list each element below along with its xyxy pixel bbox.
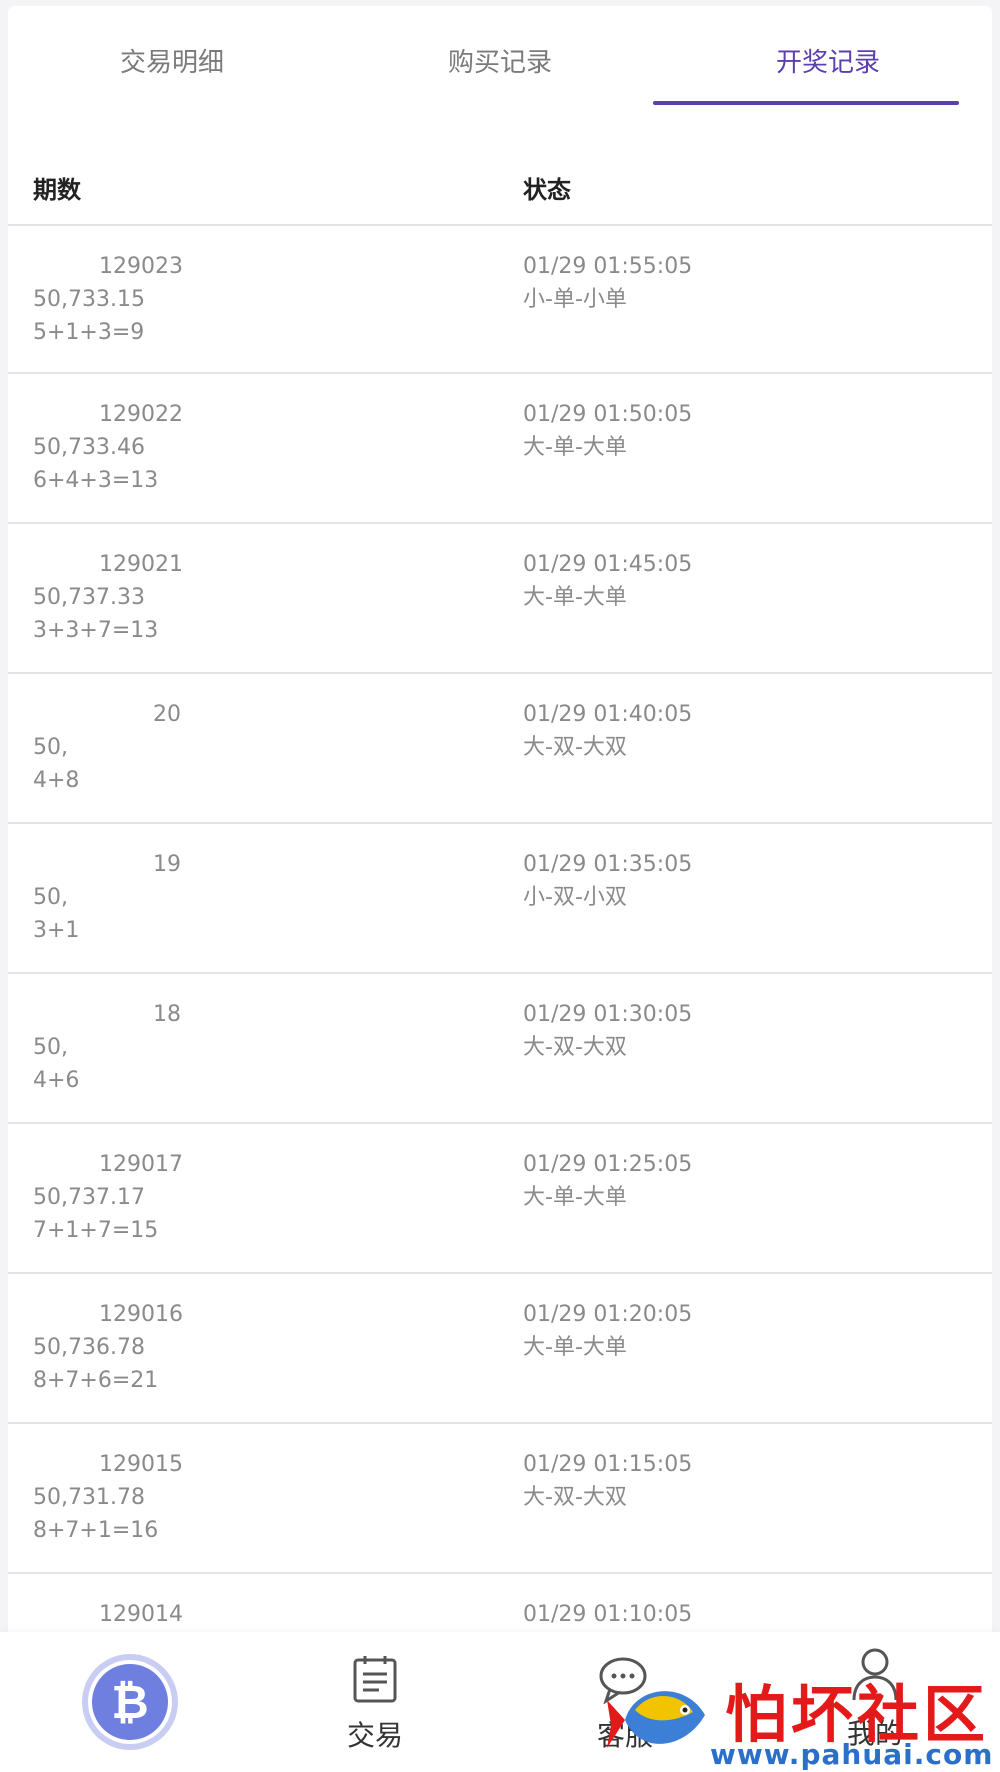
- period-cell: 129015 50,731.78 8+7+1=16: [33, 1448, 183, 1547]
- status-cell: 01/29 01:10:05: [523, 1598, 692, 1631]
- draw-result: 大-双-大双: [523, 1035, 627, 1060]
- draw-time: 01/29 01:30:05: [523, 1002, 693, 1027]
- period-cell: 129017 50,737.17 7+1+7=15: [33, 1148, 183, 1247]
- period-cell: 129014: [33, 1598, 183, 1631]
- draw-result: 小-单-小单: [523, 287, 627, 312]
- table-row[interactable]: 129015 50,731.78 8+7+1=16 01/29 01:15:05…: [8, 1424, 992, 1574]
- table-row[interactable]: 129022 50,733.46 6+4+3=13 01/29 01:50:05…: [8, 374, 992, 524]
- status-cell: 01/29 01:30:05 大-双-大双: [523, 998, 692, 1064]
- price-value: 50,733.46: [33, 435, 145, 460]
- draw-result: 大-双-大双: [523, 1485, 627, 1510]
- period-number: 129014: [99, 1602, 183, 1627]
- period-number: 129017: [99, 1152, 183, 1177]
- table-row[interactable]: 129017 50,737.17 7+1+7=15 01/29 01:25:05…: [8, 1124, 992, 1274]
- period-number: 129021: [99, 552, 183, 577]
- draw-result: 大-单-大单: [523, 435, 627, 460]
- period-number: 129015: [99, 1452, 183, 1477]
- table-row[interactable]: 19 50, 3+1 01/29 01:35:05 小-双-小双: [8, 824, 992, 974]
- period-number: 20: [153, 702, 181, 727]
- tab-purchase-records[interactable]: 购买记录: [336, 6, 664, 106]
- status-cell: 01/29 01:45:05 大-单-大单: [523, 548, 692, 614]
- period-number: 129023: [99, 254, 183, 279]
- tab-bar: 交易明细 购买记录 开奖记录: [8, 6, 992, 106]
- period-number: 129016: [99, 1302, 183, 1327]
- price-value: 50,: [33, 885, 68, 910]
- draw-time: 01/29 01:20:05: [523, 1302, 693, 1327]
- fish-logo-icon: [607, 1691, 705, 1748]
- draw-time: 01/29 01:25:05: [523, 1152, 693, 1177]
- price-value: 50,: [33, 1035, 68, 1060]
- draw-time: 01/29 01:45:05: [523, 552, 693, 577]
- draw-result: 大-双-大双: [523, 735, 627, 760]
- table-row[interactable]: 20 50, 4+8 01/29 01:40:05 大-双-大双: [8, 674, 992, 824]
- bitcoin-icon: ₿: [80, 1652, 180, 1752]
- period-cell: 19 50, 3+1: [33, 848, 181, 947]
- sum-formula: 8+7+1=16: [33, 1518, 159, 1543]
- status-cell: 01/29 01:50:05 大-单-大单: [523, 398, 692, 464]
- price-value: 50,736.78: [33, 1335, 145, 1360]
- price-value: 50,737.33: [33, 585, 145, 610]
- svg-text:₿: ₿: [111, 1675, 149, 1729]
- price-value: 50,737.17: [33, 1185, 145, 1210]
- draw-time: 01/29 01:35:05: [523, 852, 693, 877]
- nav-item-trade[interactable]: 交易: [250, 1632, 500, 1772]
- sum-formula: 3+3+7=13: [33, 618, 159, 643]
- draw-time: 01/29 01:40:05: [523, 702, 693, 727]
- sum-formula: 5+1+3=9: [33, 320, 145, 345]
- price-value: 50,733.15: [33, 287, 145, 312]
- watermark-url: www.pahuai.com: [710, 1738, 994, 1771]
- draw-time: 01/29 01:55:05: [523, 254, 693, 279]
- sum-formula: 7+1+7=15: [33, 1218, 159, 1243]
- draw-records-list: 129023 50,733.15 5+1+3=9 01/29 01:55:05 …: [8, 226, 992, 1724]
- draw-time: 01/29 01:50:05: [523, 402, 693, 427]
- sum-formula: 3+1: [33, 918, 80, 943]
- watermark-logo: 怕坏社区 www.pahuai.com: [600, 1660, 1000, 1772]
- draw-time: 01/29 01:15:05: [523, 1452, 693, 1477]
- tab-draw-records[interactable]: 开奖记录: [664, 6, 992, 106]
- sum-formula: 4+6: [33, 1068, 80, 1093]
- sum-formula: 4+8: [33, 768, 80, 793]
- nav-item-home[interactable]: ₿: [0, 1632, 250, 1772]
- status-cell: 01/29 01:40:05 大-双-大双: [523, 698, 692, 764]
- price-value: 50,: [33, 735, 68, 760]
- sum-formula: 6+4+3=13: [33, 468, 159, 493]
- table-row[interactable]: 129016 50,736.78 8+7+6=21 01/29 01:20:05…: [8, 1274, 992, 1424]
- table-row[interactable]: 18 50, 4+6 01/29 01:30:05 大-双-大双: [8, 974, 992, 1124]
- draw-result: 大-单-大单: [523, 1185, 627, 1210]
- period-cell: 129023 50,733.15 5+1+3=9: [33, 250, 183, 349]
- status-cell: 01/29 01:15:05 大-双-大双: [523, 1448, 692, 1514]
- draw-result: 小-双-小双: [523, 885, 627, 910]
- status-cell: 01/29 01:20:05 大-单-大单: [523, 1298, 692, 1364]
- tab-transaction-details[interactable]: 交易明细: [8, 6, 336, 106]
- table-header: 期数 状态: [8, 136, 992, 226]
- column-header-period: 期数: [33, 176, 81, 204]
- price-value: 50,731.78: [33, 1485, 145, 1510]
- table-row[interactable]: 129021 50,737.33 3+3+7=13 01/29 01:45:05…: [8, 524, 992, 674]
- nav-label-trade: 交易: [346, 1719, 403, 1752]
- status-cell: 01/29 01:35:05 小-双-小双: [523, 848, 692, 914]
- period-number: 19: [153, 852, 181, 877]
- period-number: 18: [153, 1002, 181, 1027]
- table-row[interactable]: 129023 50,733.15 5+1+3=9 01/29 01:55:05 …: [8, 226, 992, 374]
- period-number: 129022: [99, 402, 183, 427]
- status-cell: 01/29 01:25:05 大-单-大单: [523, 1148, 692, 1214]
- trade-icon: [352, 1654, 398, 1708]
- main-card: 交易明细 购买记录 开奖记录 期数 状态 129023 50,733.15 5+…: [8, 6, 992, 1772]
- draw-time: 01/29 01:10:05: [523, 1602, 693, 1627]
- period-cell: 129022 50,733.46 6+4+3=13: [33, 398, 183, 497]
- draw-result: 大-单-大单: [523, 585, 627, 610]
- period-cell: 129016 50,736.78 8+7+6=21: [33, 1298, 183, 1397]
- period-cell: 129021 50,737.33 3+3+7=13: [33, 548, 183, 647]
- sum-formula: 8+7+6=21: [33, 1368, 159, 1393]
- column-header-status: 状态: [523, 176, 571, 204]
- active-tab-indicator: [653, 101, 959, 105]
- draw-result: 大-单-大单: [523, 1335, 627, 1360]
- status-cell: 01/29 01:55:05 小-单-小单: [523, 250, 692, 316]
- period-cell: 18 50, 4+6: [33, 998, 181, 1097]
- period-cell: 20 50, 4+8: [33, 698, 181, 797]
